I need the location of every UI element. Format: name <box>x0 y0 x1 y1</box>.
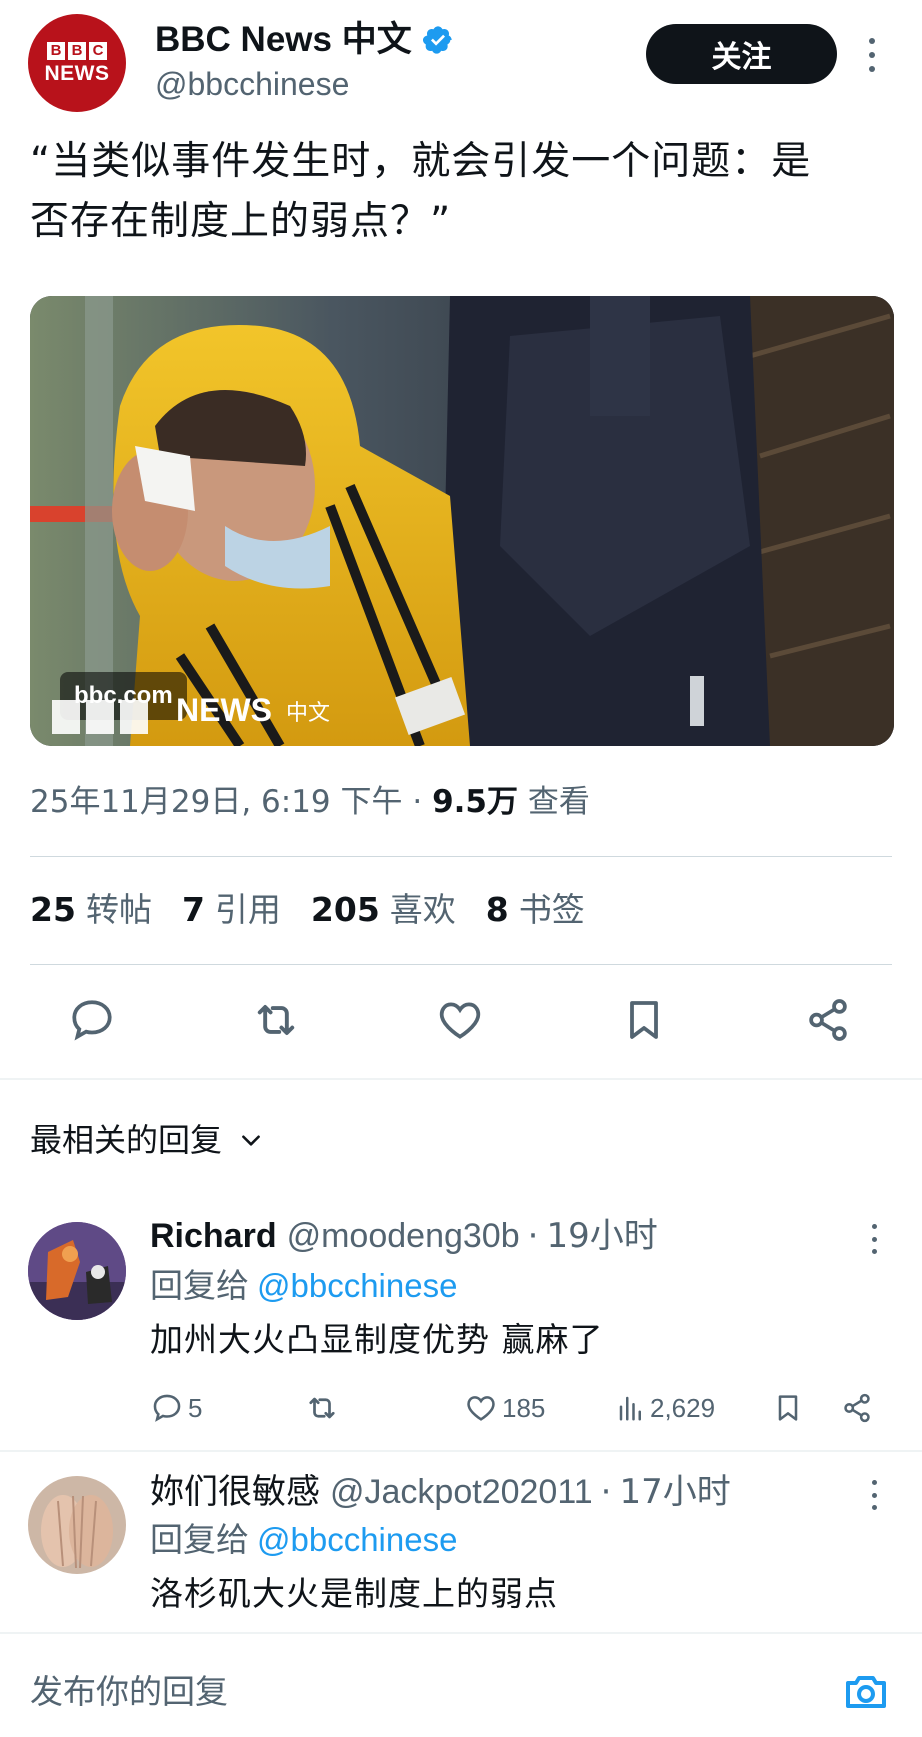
tweet-views-label: 查看 <box>518 784 590 820</box>
retweet-icon <box>309 1397 335 1419</box>
tweet-text-line-2: 否存在制度上的弱点？” <box>30 199 452 244</box>
reply-bookmark-action[interactable] <box>772 1388 804 1428</box>
reply-text: 洛杉矶大火是制度上的弱点 <box>150 1574 558 1613</box>
reply-author-handle[interactable]: @Jackpot202011 <box>330 1470 593 1514</box>
avatar-letter-b1: B <box>47 41 65 60</box>
reply-like-action[interactable]: 185 <box>464 1388 545 1428</box>
more-options-icon[interactable] <box>866 38 878 72</box>
avatar-letter-b2: B <box>68 41 86 60</box>
tweet-stats: 25 转帖 7 引用 205 喜欢 8 书签 <box>30 888 585 932</box>
bbc-avatar-blocks: B B C <box>47 41 107 60</box>
photo-watermark-news: NEWS <box>176 692 272 728</box>
avatar[interactable] <box>28 1476 126 1574</box>
author-name-line[interactable]: BBC News 中文 <box>155 18 454 62</box>
compose-reply-input[interactable]: 发布你的回复 <box>30 1670 228 1714</box>
divider-stats <box>30 964 892 965</box>
tweet-date-time[interactable]: 25年11月29日, 6:19 下午 · <box>30 784 432 820</box>
reply-to-mention[interactable]: @bbcchinese <box>257 1521 457 1558</box>
tweet-view-count: 9.5万 <box>432 784 518 820</box>
reply-author-name[interactable]: Richard <box>150 1214 277 1258</box>
reply-header: 妳们很敏感 @Jackpot202011 · 17小时 <box>150 1470 731 1514</box>
reply-avatar-image-hands <box>28 1476 126 1574</box>
avatar-news-text: NEWS <box>44 61 110 85</box>
divider-action-bar <box>0 1078 922 1080</box>
reply-time[interactable]: 19小时 <box>546 1214 657 1258</box>
tweet-text: “当类似事件发生时，就会引发一个问题：是 否存在制度上的弱点？” <box>30 132 890 252</box>
bbc-avatar[interactable]: B B C NEWS <box>28 14 126 112</box>
reply-share-action[interactable] <box>840 1388 874 1428</box>
reply-icon <box>153 1394 181 1422</box>
divider-top <box>30 856 892 857</box>
photo-watermark-squares <box>52 700 148 734</box>
reply-text: 加州大火凸显制度优势 赢麻了 <box>150 1320 604 1359</box>
author-handle[interactable]: @bbcchinese <box>155 64 349 104</box>
follow-button[interactable]: 关注 <box>646 24 837 84</box>
avatar[interactable] <box>28 1222 126 1320</box>
tweet-action-bar <box>0 990 922 1050</box>
reply-views-action[interactable]: 2,629 <box>616 1388 715 1428</box>
reply-to-label: 回复给 <box>150 1266 249 1305</box>
retweet-icon[interactable] <box>246 990 306 1050</box>
stat-likes[interactable]: 205 喜欢 <box>311 888 456 932</box>
reply-avatar-image-richard <box>28 1222 126 1320</box>
reply-like-count: 185 <box>502 1392 546 1423</box>
share-icon <box>844 1393 870 1423</box>
share-icon[interactable] <box>798 990 858 1050</box>
bookmark-icon[interactable] <box>614 990 674 1050</box>
reply-to-label: 回复给 <box>150 1520 249 1559</box>
photo-watermark-zh: 中文 <box>286 700 331 726</box>
reply-sort-label: 最相关的回复 <box>30 1121 223 1159</box>
reply-header: Richard @moodeng30b · 19小时 <box>150 1214 658 1258</box>
author-display-name[interactable]: BBC News 中文 <box>155 18 412 62</box>
reply-icon[interactable] <box>62 990 122 1050</box>
bookmark-icon <box>778 1395 798 1421</box>
reply-author-handle[interactable]: @moodeng30b <box>287 1214 520 1258</box>
tweet-text-line-1: “当类似事件发生时，就会引发一个问题：是 <box>30 139 812 184</box>
reply-more-icon[interactable] <box>868 1224 880 1254</box>
reply-to-line: 回复给 @bbcchinese <box>150 1264 457 1308</box>
camera-icon[interactable] <box>842 1668 890 1716</box>
reply-reply-count: 5 <box>188 1392 203 1423</box>
stat-retweets[interactable]: 25 转帖 <box>30 888 152 932</box>
like-icon[interactable] <box>430 990 490 1050</box>
reply-to-mention[interactable]: @bbcchinese <box>257 1267 457 1304</box>
reply-author-name[interactable]: 妳们很敏感 <box>150 1470 320 1514</box>
reply-retweet-action[interactable] <box>304 1388 340 1428</box>
chevron-down-icon <box>242 1135 260 1146</box>
tweet-timestamp-views: 25年11月29日, 6:19 下午 · 9.5万 查看 <box>30 780 590 824</box>
reply-separator: · <box>527 1216 539 1256</box>
like-icon <box>467 1396 495 1421</box>
reply-separator: · <box>600 1472 612 1512</box>
reply-sort-dropdown[interactable]: 最相关的回复 <box>30 1118 264 1162</box>
reply-time[interactable]: 17小时 <box>619 1470 730 1514</box>
divider-reply-1 <box>0 1450 922 1452</box>
avatar-letter-c: C <box>89 41 107 60</box>
stat-quotes[interactable]: 7 引用 <box>182 888 281 932</box>
reply-view-count: 2,629 <box>650 1392 716 1423</box>
stat-bookmarks[interactable]: 8 书签 <box>486 888 585 932</box>
views-icon <box>619 1396 641 1421</box>
reply-reply-action[interactable]: 5 <box>150 1388 202 1428</box>
photo-watermark: NEWS 中文 <box>172 692 330 729</box>
verified-badge-icon <box>422 26 452 54</box>
divider-compose <box>0 1632 922 1634</box>
reply-to-line: 回复给 @bbcchinese <box>150 1518 457 1562</box>
reply-more-icon[interactable] <box>868 1480 880 1510</box>
